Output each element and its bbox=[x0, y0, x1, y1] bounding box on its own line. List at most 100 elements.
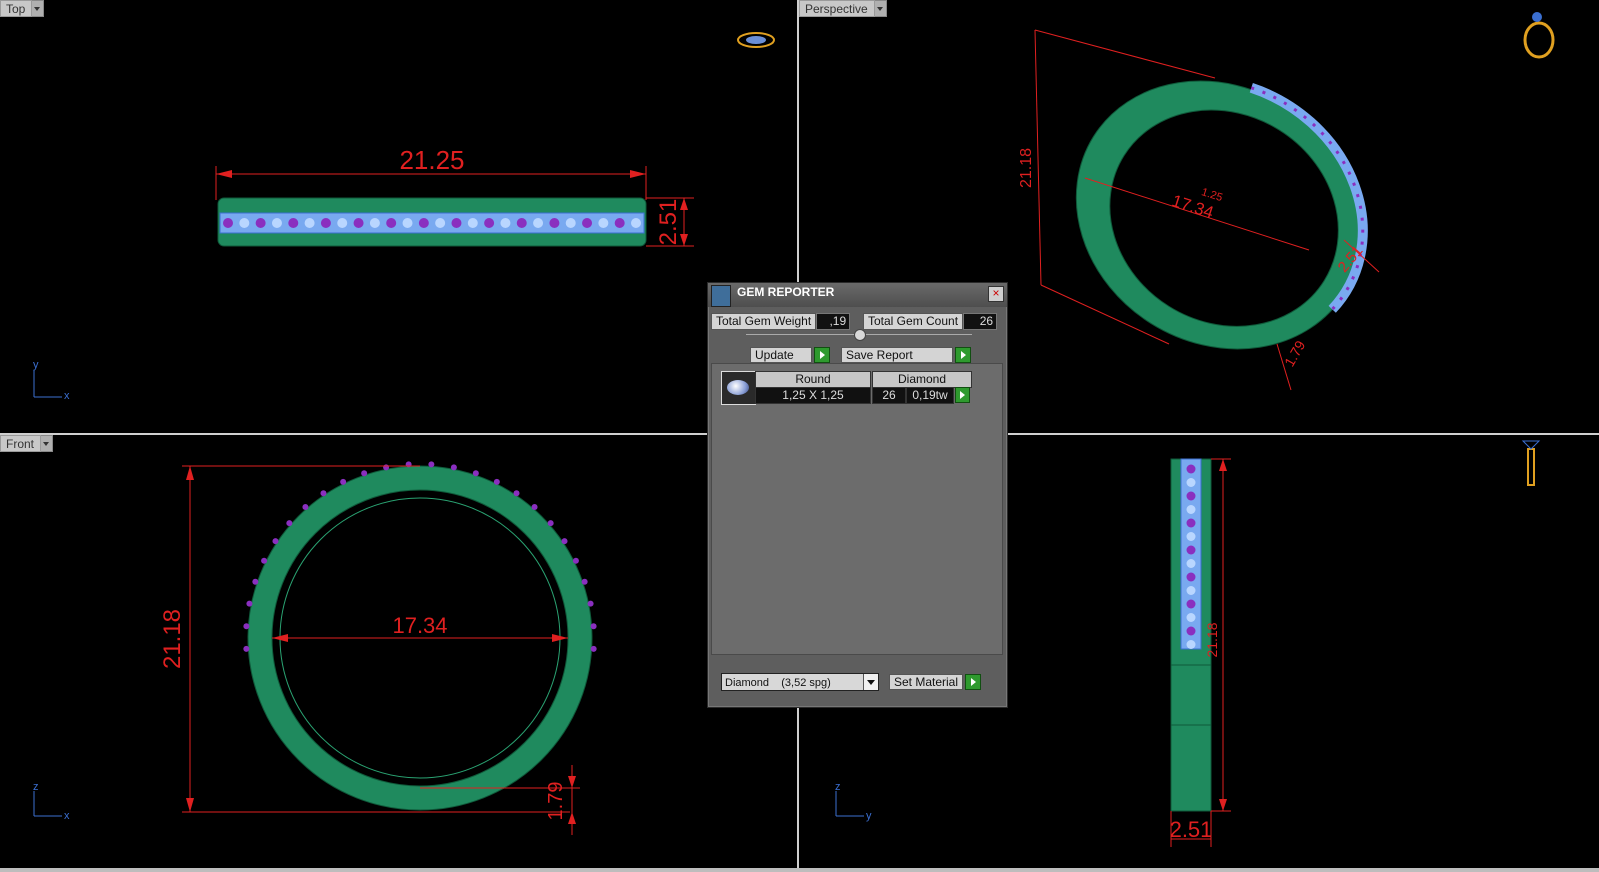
save-report-label: Save Report bbox=[841, 347, 953, 363]
right-bottom-dimension: 2.51 bbox=[1170, 817, 1213, 842]
gem-dot bbox=[1186, 491, 1196, 501]
front-inner-dimension: 17.34 bbox=[392, 613, 447, 638]
gem-dot bbox=[288, 218, 299, 228]
gem-dot bbox=[484, 218, 495, 228]
front-view-drawing: 21.18 17.34 1.79 z x bbox=[33, 461, 597, 835]
gem-dot bbox=[340, 478, 347, 485]
gem-reporter-titlebar[interactable]: GEM REPORTER × bbox=[708, 283, 1007, 307]
viewport-perspective-menu[interactable]: Perspective bbox=[799, 0, 887, 17]
viewport-top-label: Top bbox=[0, 0, 33, 17]
gem-dot bbox=[450, 464, 457, 471]
right-axis-z-label: z bbox=[835, 781, 841, 793]
gem-dot bbox=[261, 557, 268, 564]
gem-dot bbox=[246, 600, 253, 607]
chevron-down-icon[interactable] bbox=[863, 674, 878, 690]
close-icon[interactable]: × bbox=[988, 286, 1004, 302]
material-select[interactable]: Diamond (3,52 spg) bbox=[721, 673, 879, 691]
front-axis-z-label: z bbox=[33, 781, 39, 793]
ring-side-icon[interactable] bbox=[1521, 440, 1541, 486]
gem-dot bbox=[286, 520, 293, 527]
save-report-button[interactable]: Save Report bbox=[841, 347, 971, 363]
gem-dot bbox=[337, 218, 348, 228]
gem-dot bbox=[369, 218, 380, 228]
gem-dot bbox=[587, 600, 594, 607]
gem-dot bbox=[320, 490, 327, 497]
gem-material-header: Diamond bbox=[872, 371, 972, 388]
top-axis-y-label: y bbox=[33, 359, 39, 371]
right-axis-y-label: y bbox=[866, 810, 872, 822]
total-weight-label: Total Gem Weight bbox=[711, 313, 817, 330]
play-arrow-icon[interactable] bbox=[814, 347, 830, 363]
gem-dot bbox=[1186, 626, 1196, 636]
front-axis-x-label: x bbox=[64, 810, 70, 822]
gem-dot bbox=[513, 490, 520, 497]
gem-dot bbox=[531, 504, 538, 511]
gem-dot bbox=[565, 218, 576, 228]
collapse-toggle[interactable] bbox=[854, 329, 866, 341]
gem-dot bbox=[1186, 518, 1196, 528]
gem-dot bbox=[614, 218, 625, 228]
gem-dot bbox=[361, 470, 368, 477]
play-arrow-icon[interactable] bbox=[965, 674, 982, 690]
front-thickness-dimension: 1.79 bbox=[545, 782, 567, 821]
gem-dot bbox=[1186, 505, 1196, 514]
gem-dot bbox=[1186, 599, 1196, 609]
gem-dot bbox=[386, 218, 397, 228]
gem-count: 26 bbox=[872, 387, 906, 404]
viewport-front-menu[interactable]: Front bbox=[0, 435, 54, 452]
gem-dot bbox=[451, 218, 462, 228]
gem-dot bbox=[1186, 559, 1196, 568]
viewport-front[interactable]: 21.18 17.34 1.79 z x Front bbox=[0, 435, 797, 868]
gem-dot bbox=[302, 504, 309, 511]
gem-thumbnail[interactable] bbox=[721, 371, 756, 405]
gem-dot bbox=[1186, 532, 1196, 541]
right-side-dimension: 21.18 bbox=[1204, 622, 1220, 657]
gem-dot bbox=[1186, 640, 1196, 649]
gem-dot bbox=[271, 218, 282, 228]
gem-dot bbox=[533, 218, 544, 228]
set-material-button[interactable]: Set Material bbox=[889, 674, 982, 690]
update-button[interactable]: Update bbox=[750, 347, 830, 363]
viewport-top-menu[interactable]: Top bbox=[0, 0, 45, 17]
gem-dot bbox=[547, 520, 554, 527]
set-material-label: Set Material bbox=[889, 674, 964, 690]
total-count-field: Total Gem Count 26 bbox=[863, 313, 998, 330]
gem-dot bbox=[1186, 613, 1196, 622]
dropdown-arrow-icon[interactable] bbox=[32, 0, 45, 17]
ring-top-icon[interactable] bbox=[737, 32, 775, 48]
gem-dot bbox=[243, 645, 250, 652]
gem-dot bbox=[255, 218, 266, 228]
gem-reporter-icon bbox=[711, 285, 731, 307]
gem-dot bbox=[467, 218, 478, 228]
gem-dot bbox=[631, 218, 641, 228]
gem-size: 1,25 X 1,25 bbox=[755, 387, 871, 404]
top-view-drawing: 21.25 2.51 y x bbox=[33, 32, 775, 402]
gem-dot bbox=[581, 578, 588, 585]
gem-reporter-panel[interactable]: GEM REPORTER × Total Gem Weight ,19 Tota… bbox=[707, 282, 1008, 708]
gem-dot bbox=[239, 218, 250, 228]
gem-dot bbox=[493, 478, 500, 485]
gem-dot bbox=[383, 464, 390, 471]
play-arrow-icon[interactable] bbox=[955, 347, 971, 363]
total-count-label: Total Gem Count bbox=[863, 313, 964, 330]
gem-dot bbox=[516, 218, 527, 228]
gem-dot bbox=[243, 623, 250, 630]
total-weight-value[interactable]: ,19 bbox=[816, 313, 851, 330]
gem-list[interactable]: Round Diamond 1,25 X 1,25 26 0,19tw bbox=[711, 363, 1003, 655]
perspective-height-dimension: 21.18 bbox=[1018, 148, 1035, 188]
gem-dot bbox=[472, 470, 479, 477]
gem-cut-header: Round bbox=[755, 371, 871, 388]
dropdown-arrow-icon[interactable] bbox=[874, 0, 887, 17]
ring-perspective-icon[interactable] bbox=[1523, 12, 1555, 59]
gem-dot bbox=[572, 557, 579, 564]
total-count-value[interactable]: 26 bbox=[963, 313, 998, 330]
gem-dot bbox=[353, 218, 364, 228]
gem-dot bbox=[402, 218, 413, 228]
viewport-top[interactable]: 21.25 2.51 y x Top bbox=[0, 0, 797, 433]
gem-dot bbox=[549, 218, 560, 228]
gem-dot bbox=[304, 218, 315, 228]
gem-dot bbox=[598, 218, 609, 228]
gem-dot bbox=[582, 218, 593, 228]
dropdown-arrow-icon[interactable] bbox=[41, 435, 54, 452]
play-arrow-icon[interactable] bbox=[955, 387, 970, 403]
